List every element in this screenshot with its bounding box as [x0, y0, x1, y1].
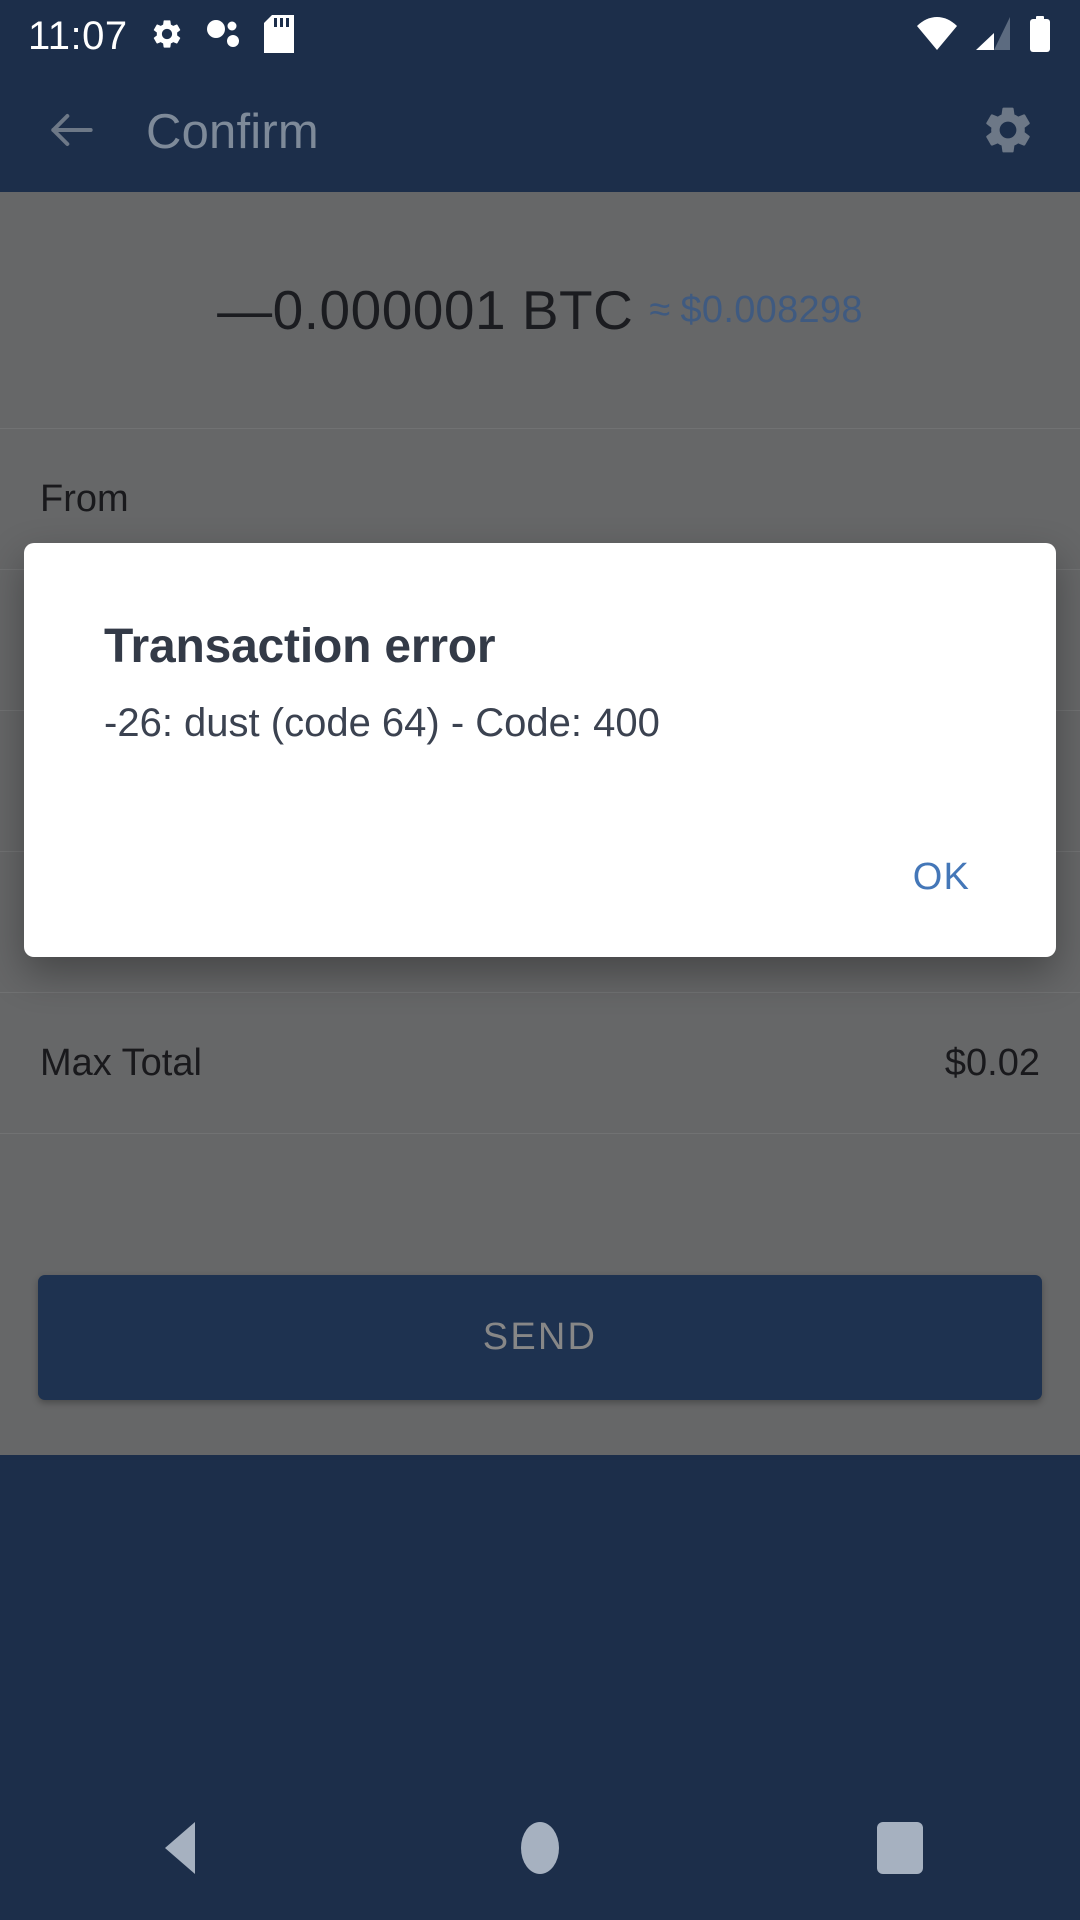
circle-icon	[521, 1821, 559, 1874]
dialog-title: Transaction error	[104, 620, 496, 673]
cellular-signal-icon	[974, 16, 1012, 56]
from-label: From	[40, 477, 129, 520]
status-bar-clock: 11:07	[28, 14, 128, 58]
page-title: Confirm	[146, 105, 319, 159]
max-total-value: $0.02	[944, 1041, 1040, 1084]
ok-button[interactable]: OK	[871, 838, 1012, 917]
nav-recents-button[interactable]	[825, 1775, 975, 1920]
nav-home-button[interactable]	[465, 1775, 615, 1920]
dialog-actions: OK	[24, 838, 1056, 957]
dialog-message: -26: dust (code 64) - Code: 400	[104, 701, 660, 745]
sd-card-icon	[263, 14, 294, 58]
wifi-icon	[916, 16, 958, 56]
transaction-amount-row: —0.000001 BTC ≈ $0.008298	[0, 192, 1080, 429]
max-total-label: Max Total	[40, 1041, 202, 1084]
ok-button-label: OK	[912, 856, 970, 898]
send-button-label: SEND	[482, 1316, 598, 1358]
send-button[interactable]: SEND	[38, 1275, 1042, 1400]
transaction-error-dialog: Transaction error -26: dust (code 64) - …	[24, 543, 1056, 957]
amount-fiat: $0.008298	[680, 288, 863, 331]
approx-symbol: ≈	[649, 288, 671, 331]
nav-back-button[interactable]	[105, 1775, 255, 1920]
triangle-left-icon	[165, 1821, 195, 1874]
android-navigation-bar	[0, 1775, 1080, 1920]
bubbles-icon	[206, 17, 242, 56]
back-button[interactable]	[34, 94, 110, 170]
phone-screen: 11:07 Confirm —0.000001 BTC ≈ $0.008298 …	[0, 0, 1080, 1920]
status-bar-left-group: 11:07	[28, 14, 294, 58]
gear-icon	[980, 102, 1036, 163]
table-row: Max Total $0.02	[0, 993, 1080, 1134]
battery-icon	[1028, 15, 1052, 57]
status-bar-right-group	[916, 15, 1052, 57]
send-button-area: SEND	[0, 1247, 1080, 1455]
gear-icon	[150, 17, 184, 56]
square-icon	[877, 1821, 923, 1874]
app-bar: Confirm	[0, 72, 1080, 192]
arrow-left-icon	[44, 102, 100, 163]
settings-button[interactable]	[970, 94, 1046, 170]
status-bar: 11:07	[0, 0, 1080, 72]
amount-btc: —0.000001 BTC	[217, 279, 634, 341]
